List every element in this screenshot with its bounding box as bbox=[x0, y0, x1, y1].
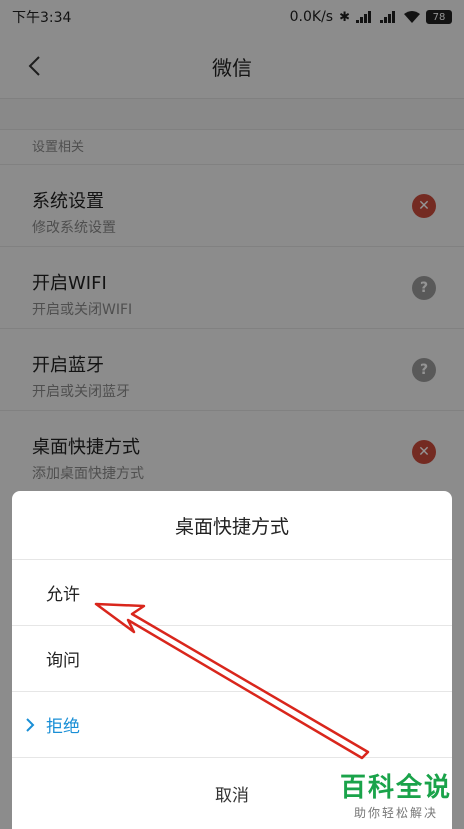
option-label: 询问 bbox=[46, 651, 80, 671]
option-allow[interactable]: 允许 bbox=[12, 560, 452, 626]
watermark-sub: 助你轻松解决 bbox=[353, 806, 438, 820]
dialog-title: 桌面快捷方式 bbox=[12, 491, 452, 560]
option-label: 拒绝 bbox=[46, 717, 80, 737]
option-deny[interactable]: 拒绝 bbox=[12, 692, 452, 758]
option-label: 允许 bbox=[46, 585, 80, 605]
watermark-logo: 百科全说 助你轻松解决 bbox=[340, 767, 452, 821]
watermark-main: 百科全说 bbox=[339, 773, 452, 803]
option-ask[interactable]: 询问 bbox=[12, 626, 452, 692]
chevron-right-icon bbox=[26, 717, 35, 732]
